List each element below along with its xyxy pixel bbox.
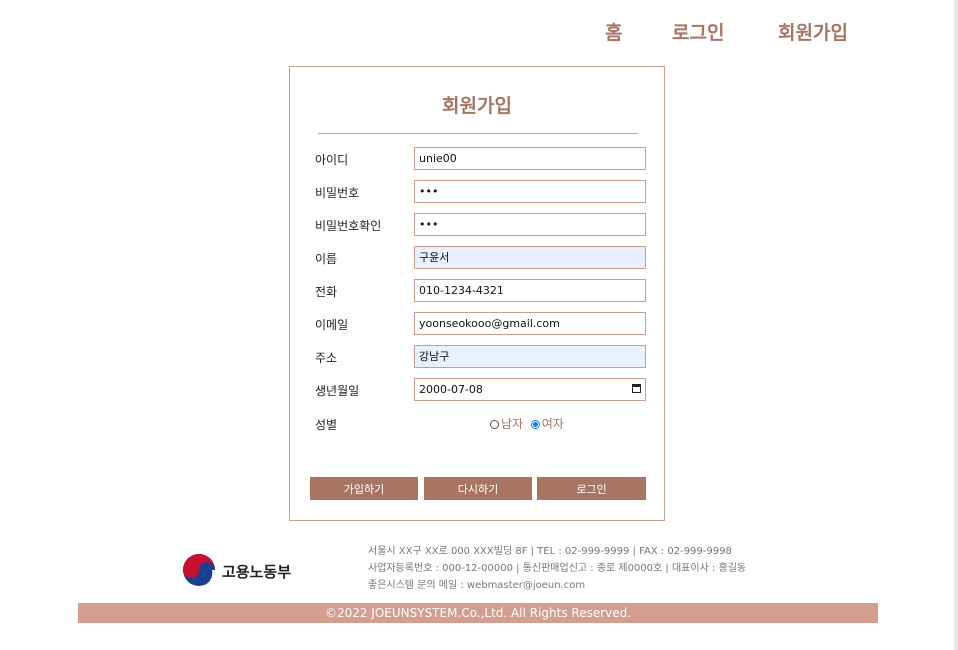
form-title: 회원가입 <box>442 95 512 117</box>
nav-signup-link[interactable]: 회원가입 <box>778 18 848 45</box>
gender-male-label[interactable]: 남자 <box>501 417 523 431</box>
phone-label: 전화 <box>315 285 338 299</box>
taegeuk-logo-icon <box>183 554 215 587</box>
phone-input[interactable]: 010-1234-4321 <box>414 279 646 302</box>
company-address-line: 서울시 XX구 XX로 000 XXX빌딩 8F | TEL : 02-999-… <box>368 546 732 557</box>
gender-female-label[interactable]: 여자 <box>542 417 564 431</box>
birthdate-value: 2000-07-08 <box>419 383 483 396</box>
form-row-password: 비밀번호 ••• <box>315 180 647 204</box>
address-input[interactable]: 강남구 <box>414 345 646 368</box>
company-registration-line: 사업자등록번호 : 000-12-00000 | 통신판매업신고 : 종로 제0… <box>368 563 747 574</box>
copyright-bar: ©2022 JOEUNSYSTEM.Co.,Ltd. All Rights Re… <box>78 603 878 623</box>
footer-logo: 고용노동부 <box>182 553 302 589</box>
birthdate-input[interactable]: 2000-07-08 <box>414 378 646 401</box>
form-row-password-confirm: 비밀번호확인 ••• <box>315 213 647 237</box>
ministry-name: 고용노동부 <box>222 563 292 581</box>
email-label: 이메일 <box>315 318 349 332</box>
nav-login-link[interactable]: 로그인 <box>672 18 724 45</box>
signup-form-panel: 회원가입 아이디 unie00 비밀번호 ••• 비밀번호확인 ••• 이름 구… <box>289 66 665 521</box>
form-row-gender: 성별 남자 여자 <box>315 412 647 436</box>
nav-home-link[interactable]: 홈 <box>605 18 622 45</box>
gender-label: 성별 <box>315 418 338 432</box>
top-nav: 홈 로그인 회원가입 <box>0 18 958 48</box>
reset-button[interactable]: 다시하기 <box>424 477 532 500</box>
id-label: 아이디 <box>315 153 349 167</box>
contact-email-line: 좋은시스템 문의 메일 : webmaster@joeun.com <box>368 580 586 591</box>
form-row-address: 주소 강남구 <box>315 345 647 369</box>
company-info: 서울시 XX구 XX로 000 XXX빌딩 8F | TEL : 02-999-… <box>368 543 746 594</box>
password-input[interactable]: ••• <box>414 180 646 203</box>
gender-female-radio[interactable] <box>530 420 540 429</box>
join-button[interactable]: 가입하기 <box>310 477 418 500</box>
email-input[interactable]: yoonseokooo@gmail.com <box>414 312 646 335</box>
login-button[interactable]: 로그인 <box>537 477 646 500</box>
scrollbar[interactable] <box>954 0 958 650</box>
password-label: 비밀번호 <box>315 186 360 200</box>
gender-options: 남자 여자 <box>490 415 564 432</box>
form-row-birthdate: 생년월일 2000-07-08 <box>315 378 647 402</box>
title-divider <box>318 133 638 134</box>
address-label: 주소 <box>315 351 338 365</box>
calendar-icon[interactable] <box>632 384 641 393</box>
form-row-email: 이메일 yoonseokooo@gmail.com <box>315 312 647 336</box>
password-confirm-label: 비밀번호확인 <box>315 219 382 233</box>
gender-male-radio[interactable] <box>490 420 499 429</box>
name-label: 이름 <box>315 252 338 266</box>
name-input[interactable]: 구윤서 <box>414 246 646 269</box>
id-input[interactable]: unie00 <box>414 147 646 170</box>
form-row-name: 이름 구윤서 <box>315 246 647 270</box>
form-row-id: 아이디 unie00 <box>315 147 647 171</box>
password-confirm-input[interactable]: ••• <box>414 213 646 236</box>
form-row-phone: 전화 010-1234-4321 <box>315 279 647 303</box>
birthdate-label: 생년월일 <box>315 384 360 398</box>
